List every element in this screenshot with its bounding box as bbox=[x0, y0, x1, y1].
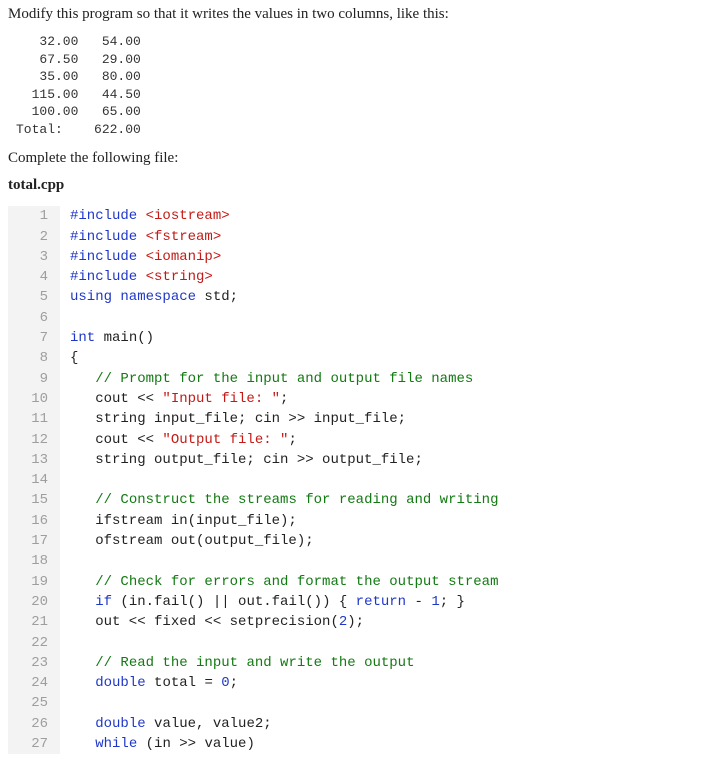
code-line: 13 string output_file; cin >> output_fil… bbox=[8, 450, 696, 470]
line-number: 5 bbox=[8, 287, 60, 307]
code-line: 26 double value, value2; bbox=[8, 714, 696, 734]
code-line: 24 double total = 0; bbox=[8, 673, 696, 693]
code-source bbox=[60, 633, 70, 653]
code-line: 11 string input_file; cin >> input_file; bbox=[8, 409, 696, 429]
line-number: 4 bbox=[8, 267, 60, 287]
code-source: #include <iostream> bbox=[60, 206, 230, 226]
line-number: 20 bbox=[8, 592, 60, 612]
code-line: 8{ bbox=[8, 348, 696, 368]
code-line: 10 cout << "Input file: "; bbox=[8, 389, 696, 409]
code-line: 15 // Construct the streams for reading … bbox=[8, 490, 696, 510]
code-source: string output_file; cin >> output_file; bbox=[60, 450, 423, 470]
line-number: 27 bbox=[8, 734, 60, 754]
code-line: 22 bbox=[8, 633, 696, 653]
code-source: // Prompt for the input and output file … bbox=[60, 369, 473, 389]
complete-text: Complete the following file: bbox=[8, 150, 696, 167]
code-source: double total = 0; bbox=[60, 673, 238, 693]
code-source: // Check for errors and format the outpu… bbox=[60, 572, 498, 592]
code-source: double value, value2; bbox=[60, 714, 272, 734]
code-line: 6 bbox=[8, 308, 696, 328]
line-number: 11 bbox=[8, 409, 60, 429]
code-line: 4#include <string> bbox=[8, 267, 696, 287]
code-line: 19 // Check for errors and format the ou… bbox=[8, 572, 696, 592]
code-line: 9 // Prompt for the input and output fil… bbox=[8, 369, 696, 389]
line-number: 23 bbox=[8, 653, 60, 673]
line-number: 26 bbox=[8, 714, 60, 734]
code-line: 14 bbox=[8, 470, 696, 490]
line-number: 10 bbox=[8, 389, 60, 409]
line-number: 24 bbox=[8, 673, 60, 693]
line-number: 1 bbox=[8, 206, 60, 226]
sample-output-block: 32.00 54.00 67.50 29.00 35.00 80.00 115.… bbox=[16, 33, 696, 138]
line-number: 3 bbox=[8, 247, 60, 267]
code-source: #include <fstream> bbox=[60, 227, 221, 247]
code-source: if (in.fail() || out.fail()) { return - … bbox=[60, 592, 465, 612]
code-source: int main() bbox=[60, 328, 154, 348]
code-line: 5using namespace std; bbox=[8, 287, 696, 307]
line-number: 21 bbox=[8, 612, 60, 632]
code-source: using namespace std; bbox=[60, 287, 238, 307]
code-line: 23 // Read the input and write the outpu… bbox=[8, 653, 696, 673]
code-source: while (in >> value) bbox=[60, 734, 255, 754]
code-line: 18 bbox=[8, 551, 696, 571]
code-source: cout << "Input file: "; bbox=[60, 389, 288, 409]
code-line: 3#include <iomanip> bbox=[8, 247, 696, 267]
code-listing: 1#include <iostream>2#include <fstream>3… bbox=[8, 206, 696, 754]
code-source: out << fixed << setprecision(2); bbox=[60, 612, 364, 632]
code-line: 17 ofstream out(output_file); bbox=[8, 531, 696, 551]
line-number: 7 bbox=[8, 328, 60, 348]
line-number: 17 bbox=[8, 531, 60, 551]
line-number: 8 bbox=[8, 348, 60, 368]
line-number: 15 bbox=[8, 490, 60, 510]
code-source bbox=[60, 308, 70, 328]
code-source bbox=[60, 693, 70, 713]
code-source bbox=[60, 551, 70, 571]
code-source: #include <string> bbox=[60, 267, 213, 287]
code-source: // Read the input and write the output bbox=[60, 653, 414, 673]
code-source: string input_file; cin >> input_file; bbox=[60, 409, 406, 429]
code-source: { bbox=[60, 348, 78, 368]
code-source: // Construct the streams for reading and… bbox=[60, 490, 498, 510]
code-line: 25 bbox=[8, 693, 696, 713]
code-line: 27 while (in >> value) bbox=[8, 734, 696, 754]
code-line: 16 ifstream in(input_file); bbox=[8, 511, 696, 531]
line-number: 9 bbox=[8, 369, 60, 389]
prompt-text: Modify this program so that it writes th… bbox=[8, 6, 696, 23]
line-number: 22 bbox=[8, 633, 60, 653]
line-number: 19 bbox=[8, 572, 60, 592]
code-line: 1#include <iostream> bbox=[8, 206, 696, 226]
line-number: 6 bbox=[8, 308, 60, 328]
line-number: 25 bbox=[8, 693, 60, 713]
code-line: 7int main() bbox=[8, 328, 696, 348]
code-line: 2#include <fstream> bbox=[8, 227, 696, 247]
line-number: 14 bbox=[8, 470, 60, 490]
line-number: 18 bbox=[8, 551, 60, 571]
code-source bbox=[60, 470, 70, 490]
code-line: 21 out << fixed << setprecision(2); bbox=[8, 612, 696, 632]
code-line: 12 cout << "Output file: "; bbox=[8, 430, 696, 450]
code-source: ifstream in(input_file); bbox=[60, 511, 297, 531]
line-number: 2 bbox=[8, 227, 60, 247]
filename-heading: total.cpp bbox=[8, 177, 696, 194]
code-source: cout << "Output file: "; bbox=[60, 430, 297, 450]
code-source: #include <iomanip> bbox=[60, 247, 221, 267]
line-number: 12 bbox=[8, 430, 60, 450]
code-source: ofstream out(output_file); bbox=[60, 531, 314, 551]
code-line: 20 if (in.fail() || out.fail()) { return… bbox=[8, 592, 696, 612]
line-number: 16 bbox=[8, 511, 60, 531]
line-number: 13 bbox=[8, 450, 60, 470]
